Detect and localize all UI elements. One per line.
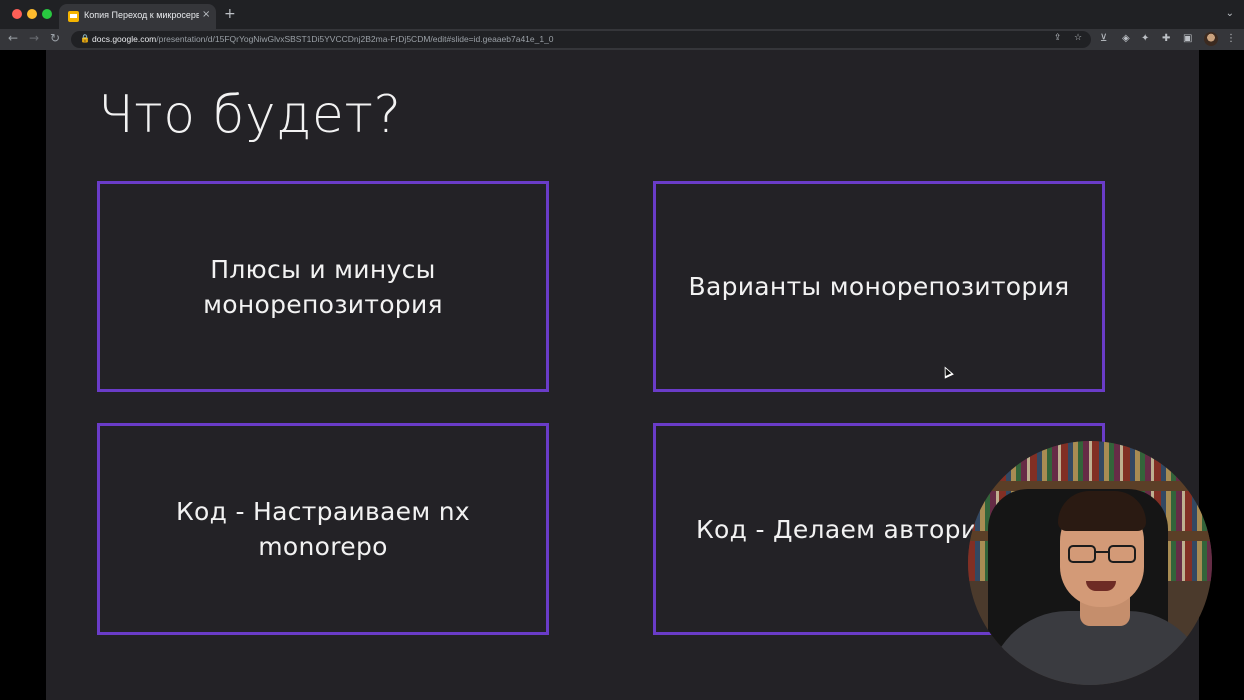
glasses	[1068, 545, 1096, 563]
card-line: монорепозитория	[203, 289, 443, 319]
extension-icon[interactable]: ⊻	[1100, 33, 1107, 44]
agenda-card-pros-cons: Плюсы и минусы монорепозитория	[97, 181, 549, 392]
extension-icon-3[interactable]: ✦	[1141, 33, 1149, 44]
share-icon[interactable]: ⇪	[1054, 33, 1062, 43]
agenda-card-variants: Варианты монорепозитория	[653, 181, 1105, 392]
slides-icon	[68, 11, 79, 22]
reload-button[interactable]: ↻	[50, 31, 60, 45]
glasses	[1108, 545, 1136, 563]
card-text: Код - Настраиваем nx monorepo	[176, 494, 470, 564]
url-path: /presentation/d/15FQrYogNiwGlvxSBST1Di5Y…	[156, 34, 554, 44]
browser-toolbar: ← → ↻ 🔒 docs.google.com/presentation/d/1…	[0, 29, 1244, 50]
sidebar-icon[interactable]: ▣	[1183, 33, 1192, 44]
close-window-button[interactable]	[12, 9, 22, 19]
browser-tab[interactable]: Копия Переход к микросерв ×	[59, 4, 216, 29]
url-text[interactable]: docs.google.com/presentation/d/15FQrYogN…	[92, 34, 554, 44]
glasses-bridge	[1096, 551, 1108, 553]
back-button[interactable]: ←	[8, 31, 18, 45]
card-text: Плюсы и минусы монорепозитория	[203, 252, 443, 322]
card-line: monorepo	[258, 532, 388, 561]
extensions-puzzle-icon[interactable]: ✚	[1162, 33, 1170, 44]
card-line: Код - Настраиваем nx	[176, 497, 470, 526]
address-bar[interactable]: 🔒 docs.google.com/presentation/d/15FQrYo…	[71, 31, 1091, 48]
agenda-card-nx-setup: Код - Настраиваем nx monorepo	[97, 423, 549, 635]
lock-icon[interactable]: 🔒	[80, 34, 90, 43]
minimize-window-button[interactable]	[27, 9, 37, 19]
slide-title: Что будет?	[98, 85, 402, 145]
card-line: Варианты монорепозитория	[688, 272, 1070, 301]
presentation-stage: Что будет? Плюсы и минусы монорепозитори…	[0, 50, 1244, 700]
profile-avatar[interactable]	[1204, 32, 1218, 46]
maximize-window-button[interactable]	[42, 9, 52, 19]
forward-button[interactable]: →	[29, 31, 39, 45]
card-text: Код - Делаем автори	[696, 512, 977, 547]
menu-kebab-icon[interactable]: ⋮	[1226, 33, 1236, 44]
card-text: Варианты монорепозитория	[689, 269, 1070, 304]
close-tab-button[interactable]: ×	[202, 9, 210, 20]
url-host: docs.google.com	[92, 34, 157, 44]
tab-bar: Копия Переход к микросерв × + ⌄	[0, 0, 1244, 29]
tab-title: Копия Переход к микросерв	[84, 10, 199, 20]
extension-icon-2[interactable]: ◈	[1122, 33, 1130, 44]
presenter-hair	[1058, 491, 1146, 531]
tab-search-button[interactable]: ⌄	[1226, 8, 1234, 19]
bookshelf	[968, 441, 1212, 481]
new-tab-button[interactable]: +	[224, 6, 236, 22]
bookmark-star-icon[interactable]: ☆	[1074, 33, 1082, 43]
card-line: Код - Делаем автори	[696, 514, 978, 544]
webcam-overlay	[968, 441, 1212, 685]
card-line: Плюсы и минусы	[210, 254, 436, 284]
